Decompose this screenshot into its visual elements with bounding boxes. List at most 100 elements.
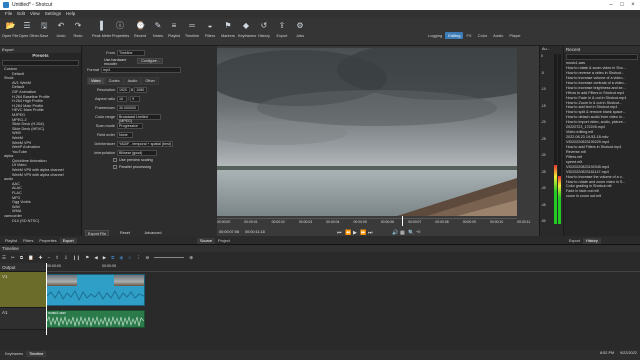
- preset-item[interactable]: D10 (SD NTSC): [0, 219, 81, 224]
- resolution-height-input[interactable]: 1080: [134, 87, 148, 93]
- maximize-button[interactable]: □: [617, 1, 627, 9]
- from-select[interactable]: Timeline: [117, 50, 145, 56]
- toolbar-jobs-button[interactable]: ⚙ Jobs: [292, 21, 308, 38]
- tab-audio[interactable]: Audio: [123, 77, 142, 85]
- color-range-select[interactable]: Broadcast Limited (MPEG): [117, 114, 161, 123]
- marker-icon[interactable]: ⚑: [85, 255, 89, 261]
- toolbar-undo-button[interactable]: ↶ Undo: [53, 21, 69, 38]
- toolbar-recent-button[interactable]: ⌚ Recent: [132, 21, 148, 38]
- ripple-all-icon[interactable]: ⋮: [136, 255, 141, 261]
- export-file-button[interactable]: Export File: [85, 230, 109, 236]
- skip-previous-icon[interactable]: ⏮: [337, 230, 342, 236]
- paste-icon[interactable]: 📋: [28, 255, 34, 261]
- layout-audio[interactable]: Audio: [490, 32, 506, 39]
- a1-track-header[interactable]: A1: [0, 308, 46, 330]
- timeline-ruler[interactable]: 00:00:00 00:00:05: [46, 263, 640, 272]
- split-icon[interactable]: ❙❙: [73, 255, 81, 261]
- markers-icon: ⚑: [224, 21, 232, 30]
- toolbar-redo-button[interactable]: ↷ Redo: [70, 21, 86, 38]
- grid-icon[interactable]: ▦: [400, 230, 405, 236]
- next-marker-icon[interactable]: ▶: [103, 255, 106, 261]
- toolbar-markers-button[interactable]: ⚑ Markers: [220, 21, 236, 38]
- advanced-button[interactable]: Advanced: [141, 230, 165, 236]
- hardware-encoder-checkbox[interactable]: Use hardware encoder: [103, 58, 137, 66]
- remove-icon[interactable]: −: [47, 255, 50, 260]
- scan-mode-label: Scan mode: [95, 123, 115, 128]
- format-select[interactable]: mp4: [101, 67, 181, 73]
- zoom-in-icon[interactable]: ⊕: [189, 255, 193, 261]
- menu-settings[interactable]: Settings: [45, 10, 61, 18]
- copy-icon[interactable]: ⧉: [20, 255, 23, 260]
- volume-icon[interactable]: 🔊: [392, 230, 398, 236]
- minimize-button[interactable]: –: [606, 1, 616, 9]
- layout-logging[interactable]: Logging: [425, 32, 445, 39]
- configure-button[interactable]: Configure...: [137, 58, 163, 64]
- layout-editing[interactable]: Editing: [445, 32, 464, 39]
- tab-keyframes[interactable]: Keyframes: [2, 351, 26, 357]
- interpolation-select[interactable]: Bilinear (good): [117, 150, 157, 156]
- aspect-den-input[interactable]: 9: [130, 96, 141, 102]
- toolbar-history-button[interactable]: ↺ History: [256, 21, 272, 38]
- system-date: 9/22/2022: [620, 351, 637, 355]
- rewind-icon[interactable]: ⏪: [345, 230, 351, 236]
- timeline-playhead[interactable]: [46, 263, 47, 335]
- recent-item[interactable]: zoom in zoom out.mlt: [564, 194, 640, 199]
- v1-track-header[interactable]: V1: [0, 272, 46, 308]
- tab-video[interactable]: Video: [87, 77, 105, 85]
- lift-icon[interactable]: ⇧: [55, 255, 59, 261]
- resolution-width-input[interactable]: 1920: [117, 87, 130, 93]
- zoom-icon[interactable]: 🔍: [408, 230, 414, 236]
- menu-help[interactable]: Help: [66, 10, 75, 18]
- preview-scaling-checkbox[interactable]: [113, 158, 117, 162]
- toolbar-notes-button[interactable]: ✎ Notes: [150, 21, 166, 38]
- preset-search-input[interactable]: [2, 60, 79, 66]
- scan-mode-select[interactable]: Progressive: [117, 123, 143, 129]
- layout-color[interactable]: Color: [475, 32, 491, 39]
- scrub-icon[interactable]: ◉: [119, 255, 123, 261]
- ripple-icon[interactable]: ≡: [128, 255, 131, 260]
- cut-icon[interactable]: ✂: [11, 255, 15, 261]
- toolbar-export-button[interactable]: ⇪ Export: [274, 21, 290, 38]
- snap-icon[interactable]: ⧉: [111, 255, 114, 260]
- toolbar-open-file-button[interactable]: 📂 Open File: [2, 21, 18, 38]
- recent-search-input[interactable]: [566, 54, 638, 60]
- toolbar-properties-button[interactable]: ⓘ Properties: [112, 21, 129, 38]
- toolbar-keyframes-button[interactable]: ◆ Keyframes: [238, 21, 256, 38]
- toolbar-peak-meter-button[interactable]: ▐ Peak Meter: [92, 21, 111, 38]
- layout-fx[interactable]: FX: [463, 32, 474, 39]
- parallel-processing-checkbox[interactable]: [113, 165, 117, 169]
- overwrite-icon[interactable]: ⇩: [64, 255, 68, 261]
- video-clip[interactable]: [46, 274, 145, 306]
- field-order-select[interactable]: None: [117, 132, 133, 138]
- audio-clip[interactable]: music1.wav: [46, 310, 145, 328]
- toolbar-save-button[interactable]: 🖫 Save: [36, 21, 52, 38]
- play-icon[interactable]: ▶: [353, 230, 357, 236]
- deinterlacer-select[interactable]: YADIF - temporal + spatial (best): [117, 141, 173, 147]
- prev-marker-icon[interactable]: ◀: [94, 255, 97, 261]
- menu-file[interactable]: File: [5, 10, 12, 18]
- time-ruler[interactable]: 00:00:00 00:00:01 00:00:02 00:00:03 00:00:04…: [217, 218, 530, 226]
- append-icon[interactable]: ✚: [39, 255, 43, 261]
- zoom-out-icon[interactable]: ⊖: [145, 255, 149, 261]
- menu-view[interactable]: View: [30, 10, 40, 18]
- toolbar-filters-button[interactable]: ◒ Filters: [202, 21, 218, 38]
- layout-player[interactable]: Player: [506, 32, 523, 39]
- menu-icon[interactable]: ☰: [2, 255, 6, 261]
- toolbar-playlist-button[interactable]: ≡ Playlist: [166, 21, 182, 38]
- toolbar-timeline-button[interactable]: ═ Timeline: [184, 21, 200, 38]
- toolbar-open-other-button[interactable]: ☰ Open Other...: [19, 21, 42, 38]
- reset-button[interactable]: Reset: [115, 230, 135, 236]
- fps-input[interactable]: 30.000000: [117, 105, 139, 111]
- close-button[interactable]: ×: [628, 1, 638, 9]
- tab-codec[interactable]: Codec: [104, 77, 124, 85]
- zoom-slider[interactable]: [154, 257, 185, 258]
- current-time[interactable]: 00:00:07:06: [219, 230, 239, 234]
- aspect-num-input[interactable]: 16: [117, 96, 127, 102]
- skip-next-icon[interactable]: ⏭: [368, 230, 373, 236]
- fast-forward-icon[interactable]: ⏩: [360, 230, 366, 236]
- playhead-marker[interactable]: [402, 216, 403, 226]
- menu-edit[interactable]: Edit: [17, 10, 25, 18]
- tab-other[interactable]: Other: [141, 77, 159, 85]
- tab-timeline[interactable]: Timeline: [26, 351, 47, 357]
- video-preview[interactable]: [217, 48, 517, 216]
